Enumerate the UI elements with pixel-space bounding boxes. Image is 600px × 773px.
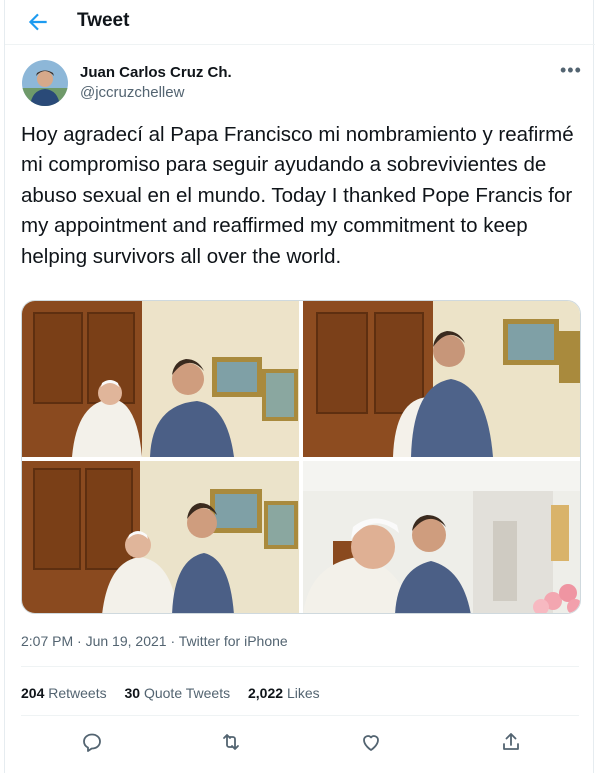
tweet-source[interactable]: Twitter for iPhone [179,633,288,649]
author-handle[interactable]: @jccruzchellew [80,84,184,101]
divider [21,666,579,667]
likes-count: 2,022 [248,685,284,701]
quote-tweets-count: 30 [124,685,141,701]
tweet-photo-4[interactable] [303,461,580,613]
more-icon[interactable]: ••• [560,60,582,81]
likes-label: Likes [286,685,320,701]
meta-separator: · [77,633,86,649]
retweets-stat[interactable]: 204 Retweets [21,685,107,701]
tweet-photo-2[interactable] [303,301,580,457]
likes-stat[interactable]: 2,022 Likes [248,685,320,701]
tweet-time[interactable]: 2:07 PM [21,633,73,649]
retweet-icon[interactable] [219,730,243,754]
tweet-meta: 2:07 PM · Jun 19, 2021 · Twitter for iPh… [21,633,288,649]
share-icon[interactable] [499,730,523,754]
divider [21,715,579,716]
reply-icon[interactable] [80,730,104,754]
meta-separator: · [170,633,179,649]
tweet-photo-3[interactable] [22,461,299,613]
author-name[interactable]: Juan Carlos Cruz Ch. [80,64,232,81]
quote-tweets-stat[interactable]: 30 Quote Tweets [125,685,231,701]
tweet-photo-1[interactable] [22,301,299,457]
tweet-date[interactable]: Jun 19, 2021 [86,633,167,649]
tweet-detail-panel: Tweet Juan Carlos Cruz Ch. @jccruzchelle… [4,0,595,773]
arrow-left-icon[interactable] [25,9,51,35]
tweet-text: Hoy agradecí al Papa Francisco mi nombra… [21,123,574,268]
avatar[interactable] [22,60,68,106]
page-header: Tweet [5,0,595,45]
media-grid [21,300,581,614]
retweets-count: 204 [21,685,45,701]
page-title: Tweet [77,10,130,31]
engagement-stats: 204 Retweets 30 Quote Tweets 2,022 Likes [21,685,334,701]
quote-tweets-label: Quote Tweets [143,685,231,701]
heart-icon[interactable] [359,730,383,754]
retweets-label: Retweets [48,685,107,701]
